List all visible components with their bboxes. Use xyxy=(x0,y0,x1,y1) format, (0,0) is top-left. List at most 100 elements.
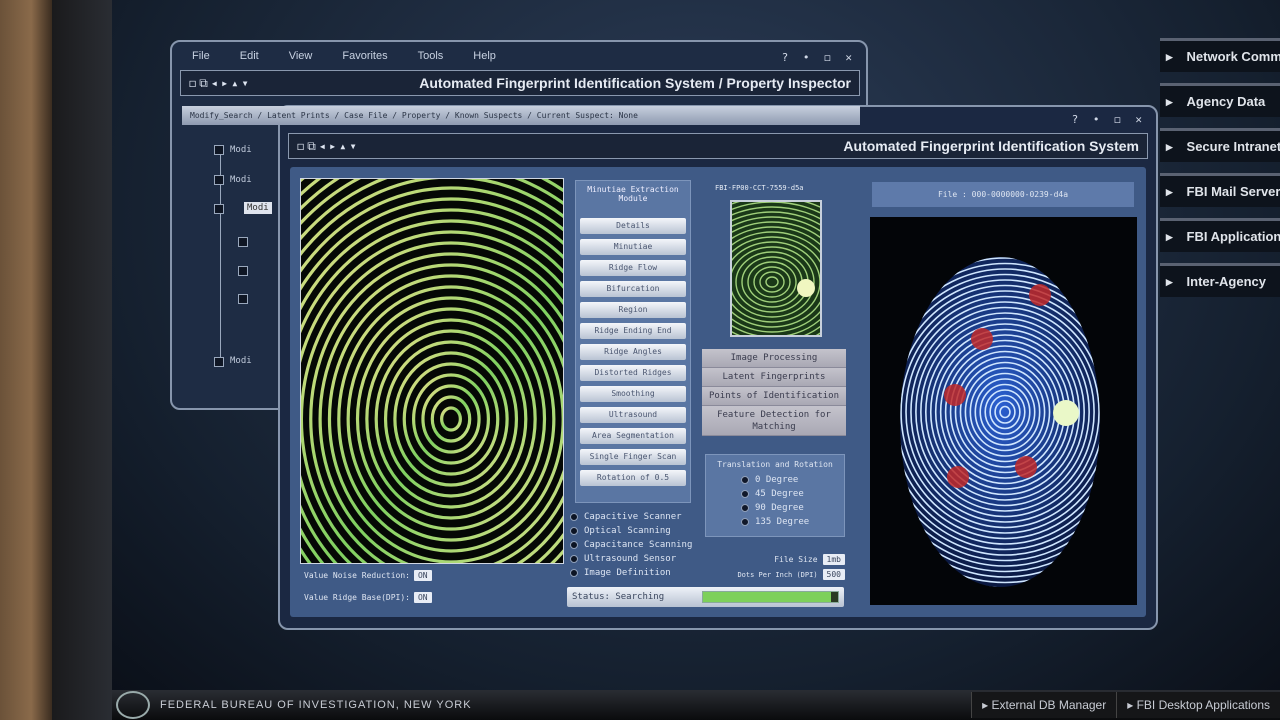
scan-options: Capacitive Scanner Optical Scanning Capaci… xyxy=(570,510,692,580)
file-size-value: 1mb xyxy=(822,554,845,565)
progress-bar xyxy=(702,591,839,603)
org-name: FEDERAL BUREAU OF INVESTIGATION, NEW YOR… xyxy=(160,699,472,711)
tree-node[interactable] xyxy=(214,175,224,185)
menu-favorites[interactable]: Favorites xyxy=(342,50,387,62)
option-label: Optical Scanning xyxy=(584,526,671,536)
extraction-button[interactable]: Bifurcation xyxy=(580,281,686,297)
tree-node[interactable] xyxy=(238,294,248,304)
extraction-button[interactable]: Region xyxy=(580,302,686,318)
action-button[interactable]: Latent Fingerprints xyxy=(702,368,846,387)
extraction-button[interactable]: Details xyxy=(580,218,686,234)
dpi-value: 500 xyxy=(822,569,845,580)
sidebar-item[interactable]: ▸ FBI Mail Server xyxy=(1160,173,1280,207)
dpi-row: Dots Per Inch (DPI) 500 xyxy=(690,569,845,580)
sidebar-item[interactable]: ▸ Network Communications xyxy=(1160,38,1280,72)
field-value[interactable]: ON xyxy=(413,592,432,603)
tree-label-selected: Modi xyxy=(244,202,272,214)
checkbox-icon xyxy=(741,476,749,484)
sample-id: FBI-FP00-CCT-7559-d5a xyxy=(715,184,804,192)
extraction-button[interactable]: Area Segmentation xyxy=(580,428,686,444)
tab-label: FBI Desktop Applications xyxy=(1136,698,1270,712)
window-controls[interactable]: ? • ◻ ✕ xyxy=(782,51,856,64)
action-buttons: Image Processing Latent Fingerprints Point… xyxy=(702,349,846,436)
tree-node[interactable] xyxy=(238,266,248,276)
afis-window: ? • ◻ ✕ ◻⧉◂▸▴▾ Automated Fingerprint Ide… xyxy=(278,105,1158,630)
rotation-option[interactable]: 45 Degree xyxy=(741,487,839,501)
taskbar-tab-external-db[interactable]: ▸ External DB Manager xyxy=(971,692,1117,718)
extraction-button[interactable]: Ridge Flow xyxy=(580,260,686,276)
scan-option[interactable]: Optical Scanning xyxy=(570,524,692,538)
monitor-bezel xyxy=(52,0,112,720)
option-label: 45 Degree xyxy=(755,489,804,499)
rotation-option[interactable]: 90 Degree xyxy=(741,501,839,515)
toolbar-nav-icons[interactable]: ◻⧉◂▸▴▾ xyxy=(297,139,360,154)
dpi-label: Dots Per Inch (DPI) xyxy=(737,570,818,579)
extraction-button[interactable]: Ridge Ending End xyxy=(580,323,686,339)
extraction-button[interactable]: Rotation of 0.5 xyxy=(580,470,686,486)
scan-option[interactable]: Image Definition xyxy=(570,566,692,580)
title-bar: ◻⧉◂▸▴▾ Automated Fingerprint Identificat… xyxy=(288,133,1148,159)
scan-option[interactable]: Capacitive Scanner xyxy=(570,510,692,524)
scan-option[interactable]: Ultrasound Sensor xyxy=(570,552,692,566)
extraction-button[interactable]: Distorted Ridges xyxy=(580,365,686,381)
fingerprint-scan-image xyxy=(300,178,564,564)
panel-header: Translation and Rotation xyxy=(717,460,833,469)
sidebar-label: Agency Data xyxy=(1186,94,1266,109)
option-label: 90 Degree xyxy=(755,503,804,513)
extraction-button[interactable]: Ridge Angles xyxy=(580,344,686,360)
sidebar-item[interactable]: ▸ Secure Intranet xyxy=(1160,128,1280,162)
panel-header: Minutiae Extraction Module xyxy=(587,185,679,203)
extraction-button[interactable]: Single Finger Scan xyxy=(580,449,686,465)
menu-tools[interactable]: Tools xyxy=(418,50,444,62)
menu-edit[interactable]: Edit xyxy=(240,50,259,62)
scan-option[interactable]: Capacitance Scanning xyxy=(570,538,692,552)
field-label: Value Noise Reduction: xyxy=(304,571,410,580)
sidebar-label: FBI Mail Server xyxy=(1186,184,1280,199)
sidebar-label: Inter-Agency xyxy=(1186,274,1266,289)
status-text: Status: Searching xyxy=(572,592,665,602)
sidebar-label: FBI Applications xyxy=(1186,229,1280,244)
tree-node[interactable] xyxy=(214,145,224,155)
checkbox-icon xyxy=(741,518,749,526)
menu-bar: File Edit View Favorites Tools Help xyxy=(192,50,496,62)
field-value[interactable]: ON xyxy=(413,570,432,581)
extraction-button[interactable]: Smoothing xyxy=(580,386,686,402)
field-label: Value Ridge Base(DPI): xyxy=(304,593,410,602)
minutia-marker xyxy=(947,466,969,488)
extraction-button[interactable]: Minutiae xyxy=(580,239,686,255)
sidebar-item[interactable]: ▸ FBI Applications xyxy=(1160,218,1280,252)
checkbox-icon xyxy=(741,504,749,512)
taskbar: FEDERAL BUREAU OF INVESTIGATION, NEW YOR… xyxy=(112,690,1280,720)
toolbar-nav-icons[interactable]: ◻⧉◂▸▴▾ xyxy=(189,76,252,91)
menu-file[interactable]: File xyxy=(192,50,210,62)
menu-view[interactable]: View xyxy=(289,50,313,62)
rotation-option[interactable]: 0 Degree xyxy=(741,473,839,487)
field-row: Value Ridge Base(DPI): ON xyxy=(304,592,432,603)
option-label: Capacitance Scanning xyxy=(584,540,693,550)
fingerprint-match-image xyxy=(870,217,1137,605)
radio-icon xyxy=(570,555,578,563)
sidebar-label: Network Communications xyxy=(1186,49,1280,64)
content-panel: Value Noise Reduction: ON Value Ridge Ba… xyxy=(290,167,1146,617)
rotation-option[interactable]: 135 Degree xyxy=(741,515,839,529)
window-controls[interactable]: ? • ◻ ✕ xyxy=(1072,113,1146,126)
action-button[interactable]: Feature Detection for Matching xyxy=(702,406,846,436)
tree-node[interactable] xyxy=(214,204,224,214)
breadcrumb: Modify_Search / Latent Prints / Case Fil… xyxy=(182,106,860,125)
sidebar-item[interactable]: ▸ Agency Data xyxy=(1160,83,1280,117)
fbi-seal-icon xyxy=(116,691,150,719)
radio-icon xyxy=(570,541,578,549)
option-label: Capacitive Scanner xyxy=(584,512,682,522)
action-button[interactable]: Image Processing xyxy=(702,349,846,368)
tree-node[interactable] xyxy=(214,357,224,367)
extraction-button[interactable]: Ultrasound xyxy=(580,407,686,423)
sidebar-item[interactable]: ▸ Inter-Agency xyxy=(1160,263,1280,297)
file-size-label: File Size xyxy=(774,555,818,564)
radio-icon xyxy=(570,569,578,577)
menu-help[interactable]: Help xyxy=(473,50,496,62)
taskbar-tab-desktop-apps[interactable]: ▸ FBI Desktop Applications xyxy=(1116,692,1280,718)
tree-node[interactable] xyxy=(238,237,248,247)
arrow-icon: ▸ xyxy=(1166,48,1173,64)
action-button[interactable]: Points of Identification xyxy=(702,387,846,406)
arrow-icon: ▸ xyxy=(1166,273,1173,289)
